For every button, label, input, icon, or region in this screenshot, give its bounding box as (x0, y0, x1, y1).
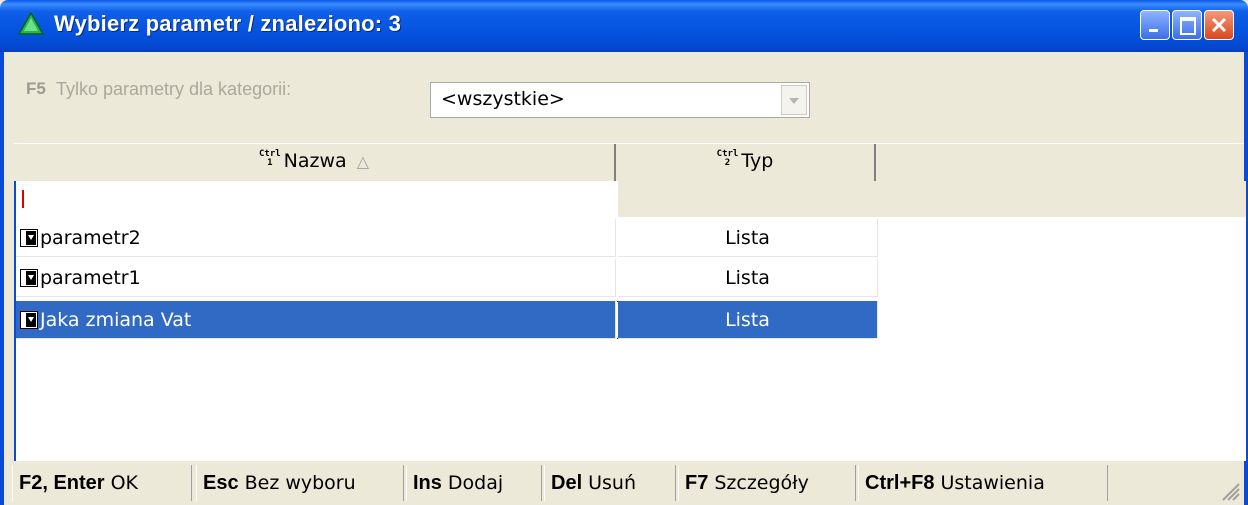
list-type-icon (20, 311, 38, 329)
shortcut-settings-button[interactable]: Ctrl+F8 Ustawienia (858, 465, 1108, 501)
chevron-down-icon[interactable] (781, 85, 807, 115)
grid-header: Ctrl 1 Nazwa △ Ctrl 2 Typ (14, 143, 1244, 182)
close-icon (1211, 17, 1227, 33)
table-row-selected[interactable]: Jaka zmiana Vat Lista (16, 301, 878, 339)
category-select[interactable]: <wszystkie> (430, 82, 810, 118)
title-bar[interactable]: Wybierz parametr / znaleziono: 3 (0, 0, 1248, 52)
minimize-button[interactable] (1140, 10, 1170, 40)
window-title: Wybierz parametr / znaleziono: 3 (54, 11, 402, 36)
shortcut-add-button[interactable]: Ins Dodaj (406, 465, 542, 501)
ctrl-shortcut-badge: Ctrl 2 (716, 149, 739, 168)
typ-filter-cell (618, 181, 1246, 217)
shortcut-details-button[interactable]: F7 Szczegóły (678, 465, 856, 501)
column-label: Nazwa (283, 150, 347, 172)
typ-cell[interactable]: Lista (618, 259, 878, 297)
typ-cell[interactable]: Lista (618, 219, 878, 257)
name-filter-input[interactable] (16, 181, 616, 217)
filter-shortcut-key: F5 (26, 79, 46, 98)
shortcut-delete-button[interactable]: Del Usuń (544, 465, 676, 501)
sort-ascending-icon: △ (356, 152, 369, 171)
filter-label: Tylko parametry dla kategorii: (56, 79, 292, 99)
column-header-typ[interactable]: Ctrl 2 Typ (616, 144, 876, 182)
category-select-value: <wszystkie> (441, 88, 565, 110)
ctrl-shortcut-badge: Ctrl 1 (258, 149, 281, 168)
name-cell[interactable]: Jaka zmiana Vat (16, 301, 616, 339)
maximize-button[interactable] (1172, 10, 1202, 40)
row-name: parametr2 (40, 227, 141, 249)
table-row[interactable]: parametr1 Lista (16, 259, 878, 297)
list-type-icon (20, 269, 38, 287)
shortcut-ok-button[interactable]: F2, Enter OK (12, 465, 192, 501)
resize-grip-icon[interactable] (1218, 479, 1240, 501)
typ-cell[interactable]: Lista (618, 301, 878, 339)
name-cell[interactable]: parametr1 (16, 259, 616, 297)
parameter-grid[interactable]: parametr2 Lista parametr1 Lista Jaka zmi… (14, 181, 1246, 461)
green-triangle-icon (18, 12, 44, 35)
row-name: parametr1 (40, 267, 141, 289)
column-label: Typ (741, 150, 774, 172)
close-button[interactable] (1204, 10, 1234, 40)
column-header-nazwa[interactable]: Ctrl 1 Nazwa △ (14, 144, 616, 182)
name-cell[interactable]: parametr2 (16, 219, 616, 257)
shortcut-bar: F2, Enter OK Esc Bez wyboru Ins Dodaj Del Us… (4, 461, 1244, 505)
row-name: Jaka zmiana Vat (40, 309, 192, 331)
dialog-window: Wybierz parametr / znaleziono: 3 F5 Tylk… (0, 0, 1248, 505)
category-filter-row: F5 Tylko parametry dla kategorii: <wszys… (4, 52, 1244, 142)
text-caret (22, 190, 24, 208)
shortcut-no-selection-button[interactable]: Esc Bez wyboru (196, 465, 404, 501)
table-row[interactable]: parametr2 Lista (16, 219, 878, 257)
list-type-icon (20, 229, 38, 247)
